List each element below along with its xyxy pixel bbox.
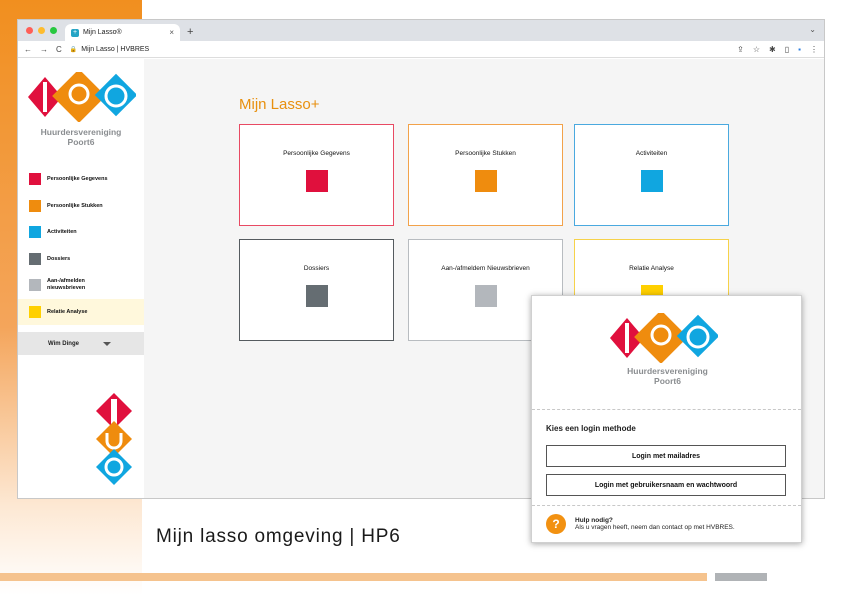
sidebar: Huurdersvereniging Poort6 Persoonlijke G… <box>18 59 144 498</box>
url-text: Mijn Lasso | HVBRES <box>81 45 150 53</box>
browser-toolbar: ⇪ ☆ ✱ ▯ ▪ ⋮ <box>737 45 818 54</box>
hp6-vertical-logo <box>96 393 132 485</box>
org-line-2: Poort6 <box>67 137 95 147</box>
login-email-button[interactable]: Login met mailadres <box>546 445 786 467</box>
org-line-1: Huurdersvereniging <box>40 127 122 137</box>
caret-down-icon <box>102 341 111 346</box>
address-bar: ← → C 🔒 Mijn Lasso | HVBRES ⇪ ☆ ✱ ▯ ▪ ⋮ <box>18 41 824 58</box>
close-window-button[interactable] <box>26 27 33 34</box>
tab-title: Mijn Lasso® <box>83 29 122 36</box>
sidebar-item-label: Relatie Analyse <box>47 308 88 315</box>
bottom-orange-bar <box>0 573 707 581</box>
tab-close-icon[interactable]: × <box>169 28 174 37</box>
sidebar-item-label: Persoonlijke Gegevens <box>47 176 108 183</box>
card-dossiers[interactable]: Dossiers <box>239 239 394 341</box>
puzzle-icon[interactable]: ✱ <box>769 45 776 54</box>
help-section: ? Hulp nodig? Als u vragen heeft, neem d… <box>546 514 735 534</box>
question-icon: ? <box>546 514 566 534</box>
back-button[interactable]: ← <box>24 45 32 54</box>
browser-tab[interactable]: + Mijn Lasso® × <box>65 24 180 41</box>
user-menu[interactable]: Wim Dinge <box>18 332 144 355</box>
star-icon[interactable]: ☆ <box>753 45 760 54</box>
reload-button[interactable]: C <box>56 45 62 54</box>
maximize-window-button[interactable] <box>50 27 57 34</box>
extension-icon[interactable]: ▪ <box>798 45 801 54</box>
tab-search-chevron-icon[interactable]: ⌄ <box>809 25 816 34</box>
sidebar-item-label: Aan-/afmelden nieuwsbrieven <box>47 278 86 292</box>
lightgrey-square-icon <box>474 285 497 307</box>
more-icon[interactable]: ⋮ <box>810 45 818 54</box>
blue-square-icon <box>640 170 663 192</box>
sidebar-item-label: Dossiers <box>47 255 71 262</box>
window-controls <box>18 27 65 41</box>
user-name: Wim Dinge <box>48 340 79 347</box>
orange-square-icon <box>474 170 497 192</box>
share-icon[interactable]: ⇪ <box>737 45 744 54</box>
sidebar-item-label: Persoonlijke Stukken <box>47 202 103 209</box>
card-label: Relatie Analyse <box>629 265 674 272</box>
yellow-square-icon <box>29 305 41 318</box>
orange-square-icon <box>29 199 41 212</box>
sidebar-nav: Persoonlijke Gegevens Persoonlijke Stukk… <box>18 166 144 325</box>
sidebar-item-persoonlijke-stukken[interactable]: Persoonlijke Stukken <box>18 193 144 220</box>
caption: Mijn lasso omgeving | HP6 <box>156 526 401 547</box>
new-tab-button[interactable]: + <box>180 26 200 41</box>
grey-square-icon <box>29 252 41 265</box>
sidebar-item-label: Activiteiten <box>47 229 77 236</box>
url-field[interactable]: 🔒 Mijn Lasso | HVBRES <box>70 46 729 53</box>
hp6-logo <box>610 313 718 363</box>
lightgrey-square-icon <box>29 279 41 292</box>
sidebar-item-nieuwsbrieven[interactable]: Aan-/afmelden nieuwsbrieven <box>18 272 144 299</box>
hp6-logo <box>28 72 136 122</box>
sidebar-item-relatie-analyse[interactable]: Relatie Analyse <box>18 298 144 325</box>
login-heading: Kies een login methode <box>546 424 636 433</box>
sidebar-item-persoonlijke-gegevens[interactable]: Persoonlijke Gegevens <box>18 166 144 193</box>
org-line-2: Poort6 <box>654 376 681 386</box>
minimize-window-button[interactable] <box>38 27 45 34</box>
divider <box>532 409 801 410</box>
blue-square-icon <box>29 226 41 239</box>
card-label: Activiteiten <box>635 150 668 157</box>
organization-name: Huurdersvereniging Poort6 <box>18 127 144 147</box>
card-label: Persoonlijke Stukken <box>455 150 516 157</box>
bottom-grey-bar <box>715 573 767 581</box>
org-line-1: Huurdersvereniging <box>627 366 708 376</box>
help-text: Als u vragen heeft, neem dan contact op … <box>575 524 735 531</box>
card-persoonlijke-stukken[interactable]: Persoonlijke Stukken <box>408 124 563 226</box>
card-activiteiten[interactable]: Activiteiten <box>574 124 729 226</box>
forward-button[interactable]: → <box>40 45 48 54</box>
tab-bar: + Mijn Lasso® × + ⌄ <box>18 20 824 41</box>
page-title: Mijn Lasso+ <box>239 96 320 113</box>
card-label: Persoonlijke Gegevens <box>283 150 350 157</box>
grey-square-icon <box>305 285 328 307</box>
lock-icon: 🔒 <box>69 46 78 53</box>
sidebar-item-activiteiten[interactable]: Activiteiten <box>18 219 144 246</box>
favicon-icon: + <box>71 28 79 37</box>
sidebar-icon[interactable]: ▯ <box>785 45 789 54</box>
login-username-button[interactable]: Login met gebruikersnaam en wachtwoord <box>546 474 786 496</box>
slide: + Mijn Lasso® × + ⌄ ← → C 🔒 Mijn Lasso |… <box>0 0 842 595</box>
red-square-icon <box>305 170 328 192</box>
red-square-icon <box>29 173 41 186</box>
divider <box>532 505 801 506</box>
login-dialog: Huurdersvereniging Poort6 Kies een login… <box>531 295 802 543</box>
card-label: Aan-/afmeldem Nieuwsbrieven <box>441 265 530 272</box>
sidebar-item-dossiers[interactable]: Dossiers <box>18 246 144 273</box>
card-label: Dossiers <box>303 265 330 272</box>
organization-name: Huurdersvereniging Poort6 <box>532 366 803 386</box>
help-title: Hulp nodig? <box>575 517 613 524</box>
card-persoonlijke-gegevens[interactable]: Persoonlijke Gegevens <box>239 124 394 226</box>
